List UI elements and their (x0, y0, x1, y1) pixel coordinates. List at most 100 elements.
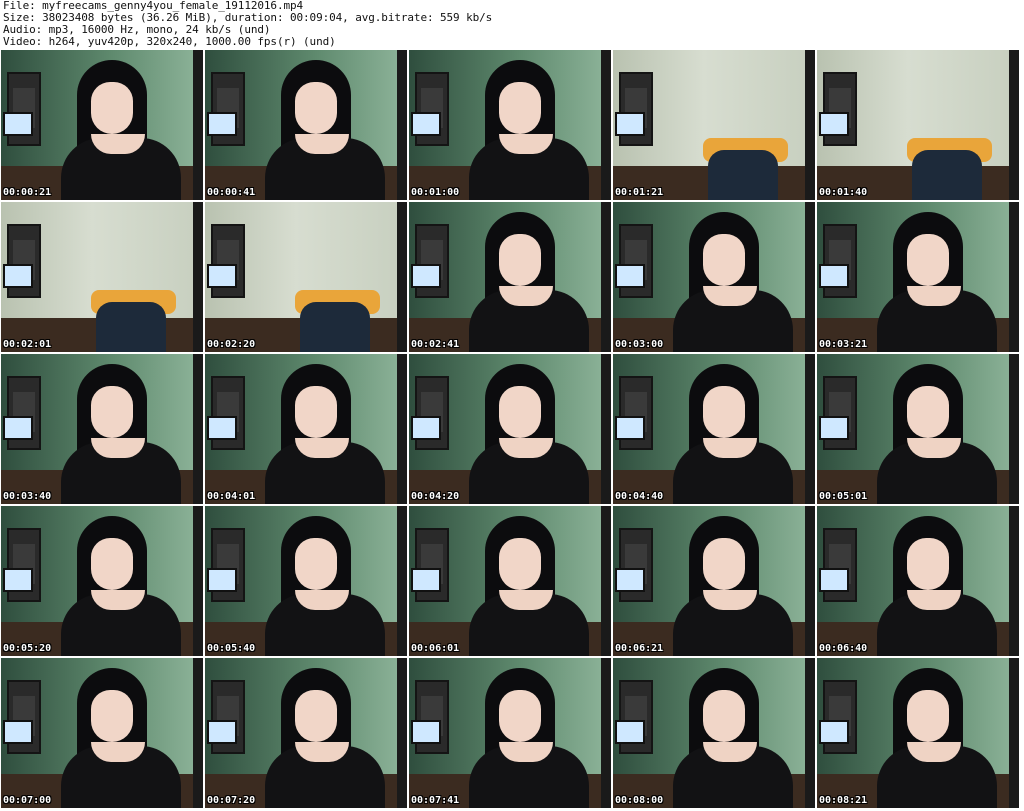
face-shape (295, 386, 337, 438)
person-figure (265, 60, 385, 200)
timestamp-label: 00:05:20 (3, 643, 52, 654)
person-figure (673, 668, 793, 808)
timestamp-label: 00:03:00 (615, 339, 664, 350)
dark-post (397, 506, 407, 656)
dark-post (805, 658, 815, 808)
chair (708, 150, 778, 200)
dark-post (397, 50, 407, 200)
timestamp-label: 00:04:01 (207, 491, 256, 502)
person-figure (469, 60, 589, 200)
tv-screen (615, 264, 645, 288)
timestamp-label: 00:04:20 (411, 491, 460, 502)
person-figure (673, 516, 793, 656)
person-figure (673, 212, 793, 352)
dark-post (601, 354, 611, 504)
face-shape (907, 386, 949, 438)
face-shape (91, 538, 133, 590)
person-figure (877, 668, 997, 808)
timestamp-label: 00:03:21 (819, 339, 868, 350)
video-thumbnail: 00:05:01 (817, 354, 1019, 504)
person-figure (877, 212, 997, 352)
video-thumbnail: 00:07:00 (1, 658, 203, 808)
dark-post (193, 50, 203, 200)
face-shape (907, 538, 949, 590)
video-thumbnail: 00:04:40 (613, 354, 815, 504)
timestamp-label: 00:05:40 (207, 643, 256, 654)
timestamp-label: 00:06:01 (411, 643, 460, 654)
timestamp-label: 00:04:40 (615, 491, 664, 502)
tv-screen (411, 720, 441, 744)
dark-post (193, 506, 203, 656)
face-shape (499, 690, 541, 742)
video-thumbnail: 00:00:21 (1, 50, 203, 200)
timestamp-label: 00:07:20 (207, 795, 256, 806)
tv-screen (615, 416, 645, 440)
video-thumbnail: 00:06:01 (409, 506, 611, 656)
person-figure (673, 364, 793, 504)
person-figure (61, 364, 181, 504)
tv-screen (207, 112, 237, 136)
timestamp-label: 00:02:01 (3, 339, 52, 350)
tv-screen (3, 416, 33, 440)
video-thumbnail: 00:01:40 (817, 50, 1019, 200)
face-shape (499, 538, 541, 590)
face-shape (703, 538, 745, 590)
face-shape (91, 82, 133, 134)
face-shape (703, 690, 745, 742)
face-shape (499, 234, 541, 286)
video-thumbnail: 00:05:20 (1, 506, 203, 656)
tv-screen (207, 416, 237, 440)
timestamp-label: 00:06:40 (819, 643, 868, 654)
video-thumbnail: 00:07:41 (409, 658, 611, 808)
timestamp-label: 00:02:41 (411, 339, 460, 350)
video-thumbnail: 00:04:01 (205, 354, 407, 504)
timestamp-label: 00:08:00 (615, 795, 664, 806)
chair (912, 150, 982, 200)
video-thumbnail: 00:01:00 (409, 50, 611, 200)
video-thumbnail: 00:01:21 (613, 50, 815, 200)
tv-screen (411, 568, 441, 592)
tv-screen (819, 416, 849, 440)
face-shape (499, 386, 541, 438)
timestamp-label: 00:06:21 (615, 643, 664, 654)
person-figure (877, 364, 997, 504)
video-thumbnail: 00:05:40 (205, 506, 407, 656)
video-thumbnail: 00:03:40 (1, 354, 203, 504)
video-thumbnail: 00:00:41 (205, 50, 407, 200)
tv-screen (207, 720, 237, 744)
tv-screen (615, 112, 645, 136)
tv-screen (615, 568, 645, 592)
face-shape (295, 82, 337, 134)
face-shape (907, 690, 949, 742)
person-figure (469, 668, 589, 808)
video-thumbnail: 00:03:21 (817, 202, 1019, 352)
tv-screen (819, 568, 849, 592)
dark-post (397, 658, 407, 808)
face-shape (499, 82, 541, 134)
timestamp-label: 00:03:40 (3, 491, 52, 502)
dark-post (1009, 202, 1019, 352)
dark-post (1009, 506, 1019, 656)
dark-post (193, 658, 203, 808)
timestamp-label: 00:07:00 (3, 795, 52, 806)
video-thumbnail: 00:04:20 (409, 354, 611, 504)
dark-post (805, 506, 815, 656)
dark-post (805, 202, 815, 352)
tv-screen (819, 720, 849, 744)
video-thumbnail: 00:02:41 (409, 202, 611, 352)
tv-screen (3, 720, 33, 744)
tv-screen (207, 264, 237, 288)
timestamp-label: 00:08:21 (819, 795, 868, 806)
person-figure (469, 212, 589, 352)
tv-screen (615, 720, 645, 744)
video-thumbnail: 00:06:21 (613, 506, 815, 656)
video-thumbnail: 00:08:00 (613, 658, 815, 808)
dark-post (601, 50, 611, 200)
dark-post (601, 506, 611, 656)
video-info-line: Video: h264, yuv420p, 320x240, 1000.00 f… (3, 35, 336, 48)
dark-post (601, 658, 611, 808)
timestamp-label: 00:07:41 (411, 795, 460, 806)
timestamp-label: 00:05:01 (819, 491, 868, 502)
dark-post (805, 50, 815, 200)
face-shape (907, 234, 949, 286)
